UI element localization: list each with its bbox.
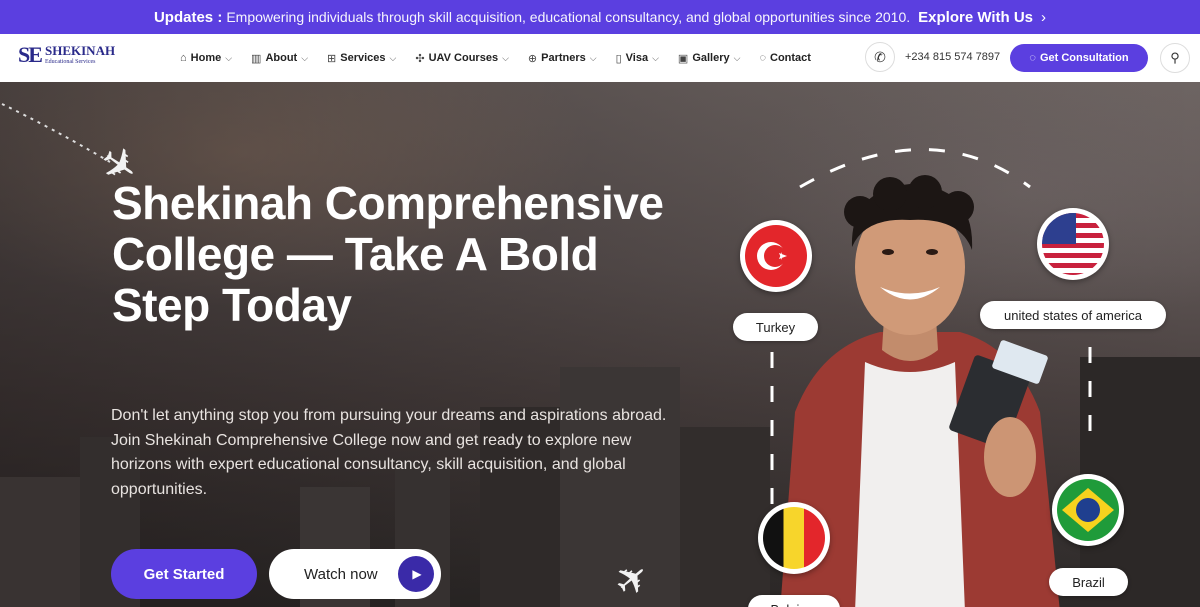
hero-description: Don't let anything stop you from pursuin… [111, 407, 667, 498]
get-started-button[interactable]: Get Started [111, 549, 257, 599]
brazil-flag-icon [1062, 488, 1114, 532]
nav-visa-label: Visa [625, 52, 649, 64]
flag-turkey [740, 220, 812, 292]
nav-contact[interactable]: ◌ Contact [759, 52, 811, 64]
flag-belgium [758, 502, 830, 574]
nav-partners-label: Partners [541, 52, 586, 64]
nav-services-label: Services [340, 52, 386, 64]
chevron-down-icon: ⌵ [652, 52, 659, 63]
watch-now-label: Watch now [304, 565, 378, 583]
phone-number[interactable]: +234 815 574 7897 [905, 51, 1000, 63]
nav-home[interactable]: ⌂ Home ⌵ [180, 52, 232, 64]
chevron-down-icon: ⌵ [225, 52, 233, 63]
logo-name: SHEKINAH [45, 43, 116, 58]
phone-icon[interactable]: ✆ [865, 42, 895, 72]
logo-mark: SE [18, 42, 43, 67]
nav-services[interactable]: ⊞ Services ⌵ [327, 52, 396, 65]
chart-icon: ▥ [251, 52, 262, 65]
nav-uav-courses[interactable]: ✣ UAV Courses ⌵ [415, 52, 509, 65]
chevron-down-icon: ⌵ [733, 52, 741, 63]
chat-icon: ◌ [1029, 52, 1036, 64]
nav-gallery[interactable]: ▣ Gallery ⌵ [678, 52, 741, 65]
hero-title: Shekinah Comprehensive College — Take A … [112, 177, 664, 331]
country-label-belgium: Belgium [748, 595, 840, 607]
chevron-down-icon: ⌵ [301, 52, 309, 63]
nav-partners[interactable]: ⊕ Partners ⌵ [528, 52, 597, 65]
play-icon[interactable]: ▶ [398, 556, 434, 592]
country-label-usa: united states of america [980, 301, 1166, 329]
chevron-down-icon: ⌵ [589, 52, 597, 63]
get-consultation-label: Get Consultation [1039, 52, 1129, 64]
country-label-turkey: Turkey [733, 313, 818, 341]
chevron-right-icon[interactable]: › [1041, 9, 1046, 26]
get-consultation-button[interactable]: ◌ Get Consultation [1010, 44, 1148, 72]
watch-now-button[interactable]: Watch now ▶ [269, 549, 441, 599]
image-icon: ▣ [677, 52, 689, 65]
hero-section: ✈ ✈ Shekinah Comprehensive College — Tak… [0, 82, 1200, 607]
updates-bar: Updates : Empowering individuals through… [0, 0, 1200, 34]
explore-link[interactable]: Explore With Us [918, 9, 1033, 26]
nav-contact-label: Contact [770, 52, 811, 64]
logo-subtitle: Educational Services [45, 59, 96, 65]
flight-path [1, 103, 111, 163]
chevron-down-icon: ⌵ [389, 52, 397, 63]
nav-uav-courses-label: UAV Courses [428, 52, 499, 64]
navbar: SE SHEKINAH Educational Services ⌂ Home … [0, 34, 1200, 82]
logo[interactable]: SE SHEKINAH Educational Services [18, 40, 115, 70]
document-icon: ▯ [615, 52, 622, 65]
chevron-down-icon: ⌵ [502, 52, 509, 63]
nav-gallery-label: Gallery [692, 52, 730, 64]
globe-icon: ⊕ [527, 52, 538, 65]
updates-message: Empowering individuals through skill acq… [226, 9, 911, 25]
nav-home-label: Home [190, 52, 222, 64]
flag-usa [1037, 208, 1109, 280]
nav-about[interactable]: ▥ About ⌵ [251, 52, 308, 65]
drone-icon: ✣ [415, 52, 425, 65]
search-icon[interactable]: ⚲ [1160, 43, 1190, 73]
updates-label: Updates : [153, 8, 223, 26]
home-icon: ⌂ [180, 52, 187, 64]
chat-icon: ◌ [759, 52, 766, 64]
nav-visa[interactable]: ▯ Visa ⌵ [616, 52, 659, 65]
grid-icon: ⊞ [327, 52, 337, 65]
country-label-brazil: Brazil [1049, 568, 1128, 596]
nav-about-label: About [265, 52, 298, 64]
turkey-flag-icon [757, 242, 787, 270]
flag-brazil [1052, 474, 1124, 546]
main-menu: ⌂ Home ⌵ ▥ About ⌵ ⊞ Services ⌵ ✣ UAV Co… [180, 34, 811, 82]
